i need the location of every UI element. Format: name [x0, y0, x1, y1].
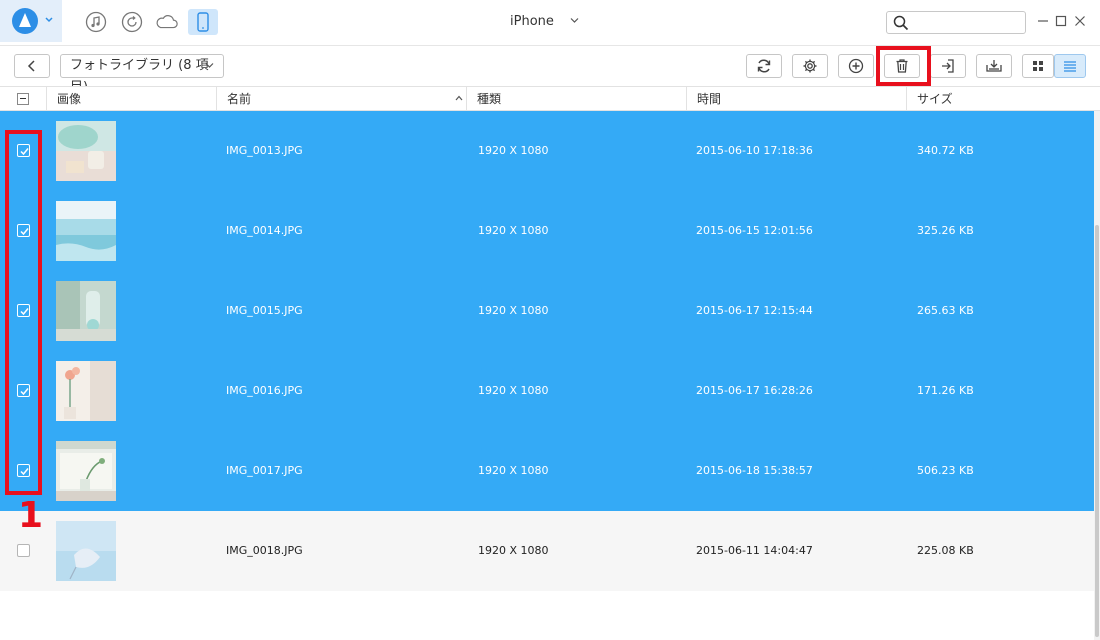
minimize-button[interactable]	[1036, 14, 1050, 28]
photo-thumbnail	[56, 121, 116, 181]
file-name: IMG_0013.JPG	[226, 144, 303, 157]
photo-thumbnail	[56, 521, 116, 581]
restore-icon[interactable]	[120, 10, 144, 34]
photo-thumbnail	[56, 361, 116, 421]
app-window: iPhone フォトライブラリ (8 項目)	[0, 0, 1100, 640]
table-row[interactable]: IMG_0014.JPG 1920 X 1080 2015-06-15 12:0…	[0, 191, 1094, 271]
gear-icon	[803, 59, 817, 73]
file-type: 1920 X 1080	[478, 304, 549, 317]
select-all-checkbox[interactable]	[17, 93, 29, 105]
table-row[interactable]: IMG_0015.JPG 1920 X 1080 2015-06-17 12:1…	[0, 271, 1094, 351]
app-logo-icon	[12, 8, 38, 34]
column-header-type[interactable]: 種類	[466, 87, 686, 111]
annotation-box-delete	[876, 46, 931, 86]
settings-button[interactable]	[792, 54, 828, 78]
file-name: IMG_0015.JPG	[226, 304, 303, 317]
table-row[interactable]: IMG_0017.JPG 1920 X 1080 2015-06-18 15:3…	[0, 431, 1094, 511]
file-name: IMG_0018.JPG	[226, 544, 303, 557]
annotation-box-checkboxes	[5, 130, 42, 495]
toolbar: フォトライブラリ (8 項目)	[0, 46, 1100, 95]
music-icon[interactable]	[84, 10, 108, 34]
column-header-size[interactable]: サイズ	[906, 87, 1100, 111]
photo-thumbnail	[56, 441, 116, 501]
library-dropdown[interactable]: フォトライブラリ (8 項目)	[60, 54, 224, 95]
column-header-name[interactable]: 名前	[216, 87, 466, 111]
iphone-icon[interactable]	[188, 9, 218, 35]
column-header-image[interactable]: 画像	[46, 87, 216, 111]
chevron-down-icon[interactable]	[570, 17, 579, 24]
file-type: 1920 X 1080	[478, 544, 549, 557]
vertical-scrollbar[interactable]	[1094, 111, 1100, 640]
cloud-icon[interactable]	[155, 10, 179, 34]
file-time: 2015-06-17 16:28:26	[696, 384, 813, 397]
device-title[interactable]: iPhone	[510, 14, 554, 29]
close-button[interactable]	[1073, 14, 1087, 28]
chevron-left-icon	[27, 60, 35, 72]
table-row[interactable]: IMG_0013.JPG 1920 X 1080 2015-06-10 17:1…	[0, 111, 1094, 191]
back-button[interactable]	[14, 54, 50, 78]
add-button[interactable]	[838, 54, 874, 78]
table-row[interactable]: IMG_0018.JPG 1920 X 1080 2015-06-11 14:0…	[0, 511, 1094, 591]
import-button[interactable]	[976, 54, 1012, 78]
table-header: 画像 名前 種類 時間 サイズ	[0, 86, 1100, 111]
app-menu[interactable]	[0, 0, 62, 42]
file-time: 2015-06-15 12:01:56	[696, 224, 813, 237]
photo-table: IMG_0013.JPG 1920 X 1080 2015-06-10 17:1…	[0, 111, 1094, 640]
sort-ascending-icon	[455, 95, 463, 101]
file-time: 2015-06-10 17:18:36	[696, 144, 813, 157]
file-type: 1920 X 1080	[478, 464, 549, 477]
refresh-button[interactable]	[746, 54, 782, 78]
search-input[interactable]	[913, 13, 1023, 33]
file-name: IMG_0017.JPG	[226, 464, 303, 477]
grid-view-icon	[1033, 61, 1043, 71]
photo-thumbnail	[56, 201, 116, 261]
file-size: 506.23 KB	[917, 464, 974, 477]
file-time: 2015-06-18 15:38:57	[696, 464, 813, 477]
file-size: 171.26 KB	[917, 384, 974, 397]
row-checkbox[interactable]	[17, 544, 30, 557]
file-size: 325.26 KB	[917, 224, 974, 237]
search-icon	[893, 15, 909, 31]
file-type: 1920 X 1080	[478, 384, 549, 397]
column-header-time[interactable]: 時間	[686, 87, 906, 111]
chevron-down-icon	[45, 17, 53, 23]
file-type: 1920 X 1080	[478, 224, 549, 237]
photo-thumbnail	[56, 281, 116, 341]
title-bar: iPhone	[0, 0, 1100, 46]
file-size: 340.72 KB	[917, 144, 974, 157]
export-button[interactable]	[930, 54, 966, 78]
table-row[interactable]: IMG_0016.JPG 1920 X 1080 2015-06-17 16:2…	[0, 351, 1094, 431]
file-name: IMG_0014.JPG	[226, 224, 303, 237]
scrollbar-thumb[interactable]	[1095, 225, 1099, 637]
list-view-icon	[1064, 61, 1076, 72]
grid-view-button[interactable]	[1022, 54, 1054, 78]
refresh-icon	[757, 59, 771, 73]
export-icon	[942, 59, 954, 73]
file-name: IMG_0016.JPG	[226, 384, 303, 397]
file-time: 2015-06-11 14:04:47	[696, 544, 813, 557]
file-size: 265.63 KB	[917, 304, 974, 317]
list-view-button[interactable]	[1054, 54, 1086, 78]
file-time: 2015-06-17 12:15:44	[696, 304, 813, 317]
annotation-number-1: 1	[18, 495, 44, 536]
search-box[interactable]	[886, 11, 1026, 34]
file-type: 1920 X 1080	[478, 144, 549, 157]
maximize-button[interactable]	[1054, 14, 1068, 28]
import-icon	[986, 60, 1002, 72]
add-icon	[848, 58, 864, 74]
file-size: 225.08 KB	[917, 544, 974, 557]
chevron-down-icon	[205, 63, 214, 68]
